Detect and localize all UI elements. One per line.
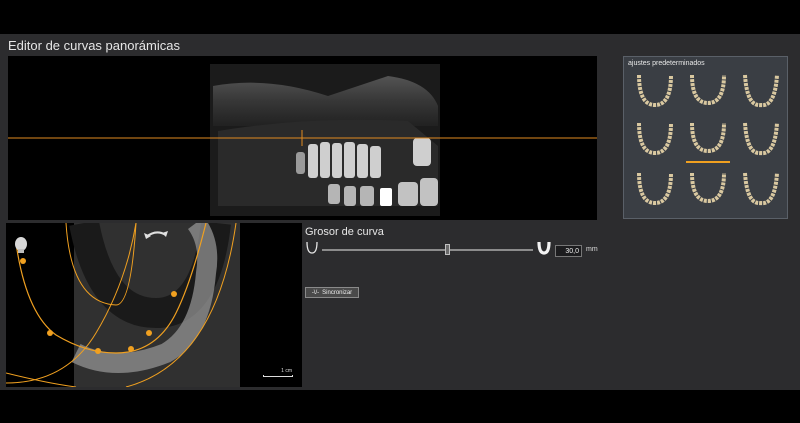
preset-arch-6[interactable] [739, 119, 783, 159]
sync-icon: -\/- [311, 289, 320, 296]
axial-view[interactable]: 1 cm [6, 223, 302, 387]
thin-curve-icon [305, 240, 319, 256]
preset-arch-7[interactable] [633, 169, 677, 209]
panoramic-preview[interactable] [8, 56, 597, 220]
presets-title: ajustes predeterminados [628, 60, 705, 67]
preset-arch-8[interactable] [686, 169, 730, 209]
preset-arch-2[interactable] [686, 71, 730, 111]
page-title: Editor de curvas panorámicas [8, 38, 180, 53]
scale-bar [263, 375, 293, 377]
preset-arch-1[interactable] [633, 71, 677, 111]
curve-thickness-slider-thumb[interactable] [445, 244, 450, 255]
sync-button-label: Sincronizar [322, 289, 353, 296]
preset-arch-5[interactable] [686, 119, 730, 163]
curve-thickness-unit: mm [586, 246, 598, 253]
scale-label: 1 cm [281, 368, 292, 374]
panoramic-curve-editor: Editor de curvas panorámicas ajustes pre… [0, 34, 800, 390]
curve-thickness-input[interactable] [555, 245, 582, 257]
curve-thickness-label: Grosor de curva [305, 226, 384, 238]
sync-button[interactable]: -\/- Sincronizar [305, 287, 359, 298]
preset-arch-9[interactable] [739, 169, 783, 209]
preset-arch-3[interactable] [739, 71, 783, 111]
preset-arch-4[interactable] [633, 119, 677, 159]
presets-panel: ajustes predeterminados [623, 56, 788, 219]
curve-thickness-slider-track[interactable] [322, 249, 533, 251]
thick-curve-icon [536, 240, 552, 256]
